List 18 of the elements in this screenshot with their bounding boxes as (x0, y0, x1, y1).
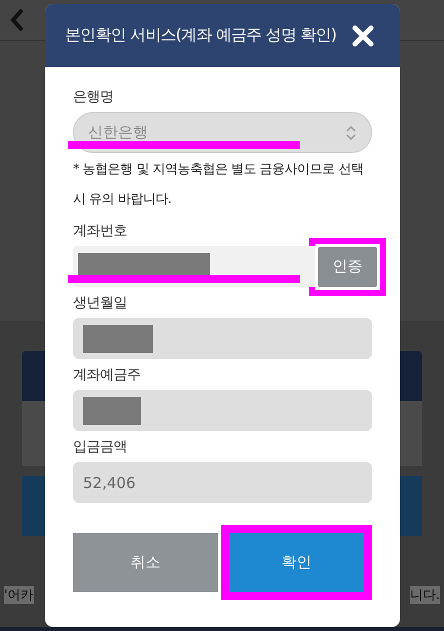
field-label: 생년월일 (73, 294, 128, 312)
field-label: 은행명 (73, 88, 114, 106)
back-icon[interactable] (10, 8, 24, 32)
dialog-title: 본인확인 서비스(계좌 예금주 성명 확인) (65, 25, 336, 46)
field-label: 입금금액 (73, 438, 128, 456)
confirm-button[interactable]: 확인 (229, 533, 364, 592)
updown-caret-icon (345, 124, 357, 140)
field-label: 계좌번호 (73, 222, 128, 240)
cancel-button[interactable]: 취소 (73, 533, 218, 592)
input-field[interactable] (73, 318, 372, 359)
field-label: 계좌예금주 (73, 366, 142, 384)
input-field[interactable]: 52,406 (73, 462, 372, 503)
input-field[interactable] (73, 390, 372, 431)
notice-text: * 농협은행 및 지역농축협은 별도 금융사이므로 선택 시 유의 바랍니다. (73, 161, 364, 209)
close-icon[interactable] (352, 24, 374, 46)
verify-button[interactable]: 인증 (318, 246, 377, 286)
background-text: 니다. (410, 586, 440, 604)
background-text: '어카 (4, 586, 34, 604)
